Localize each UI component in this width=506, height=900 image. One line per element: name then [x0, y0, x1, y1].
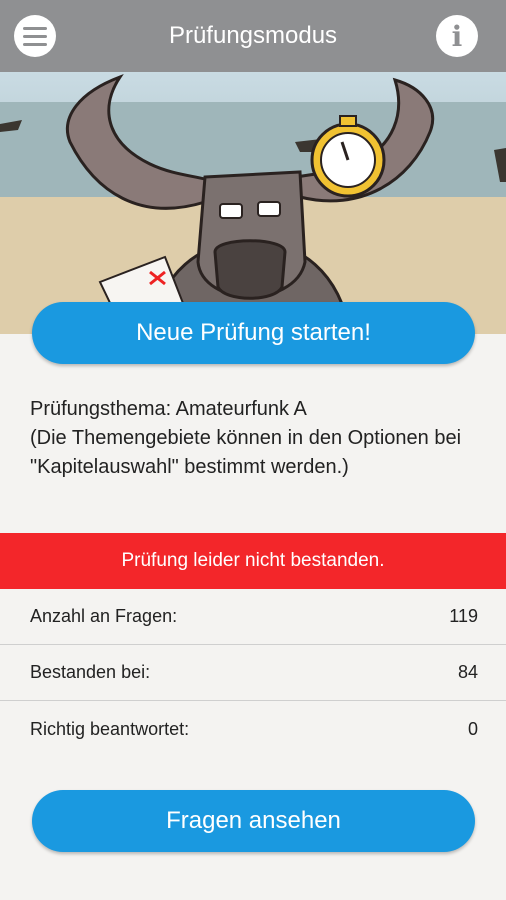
stat-label: Anzahl an Fragen: [30, 606, 178, 626]
stat-value: 84 [457, 662, 478, 682]
stat-label: Richtig beantwortet: [30, 718, 190, 739]
stat-row-pass-threshold: Bestanden bei: 84 [0, 645, 506, 701]
stat-row-questions: Anzahl an Fragen: 119 [0, 589, 506, 645]
start-exam-button[interactable]: Neue Prüfung starten! [32, 302, 475, 364]
view-questions-button[interactable]: Fragen ansehen [32, 790, 475, 852]
stat-row-correct: Richtig beantwortet: 0 [0, 701, 506, 757]
page-title: Prüfungsmodus [168, 22, 338, 49]
stat-value: 0 [467, 718, 478, 739]
result-banner: Prüfung leider nicht bestanden. [0, 533, 506, 589]
app-header: Prüfungsmodus i [0, 0, 506, 72]
exam-topic-hint: (Die Themengebiete können in den Optione… [30, 427, 462, 478]
stat-label: Bestanden bei: [30, 662, 151, 682]
buffalo-mascot-illustration [0, 73, 506, 334]
hero-illustration [0, 72, 506, 334]
info-icon[interactable]: i [436, 15, 478, 57]
exam-topic-title: Prüfungsthema: Amateurfunk A [30, 398, 307, 420]
exam-topic: Prüfungsthema: Amateurfunk A (Die Themen… [30, 395, 490, 482]
stat-value: 119 [449, 606, 478, 626]
hamburger-menu-icon[interactable] [14, 15, 56, 57]
